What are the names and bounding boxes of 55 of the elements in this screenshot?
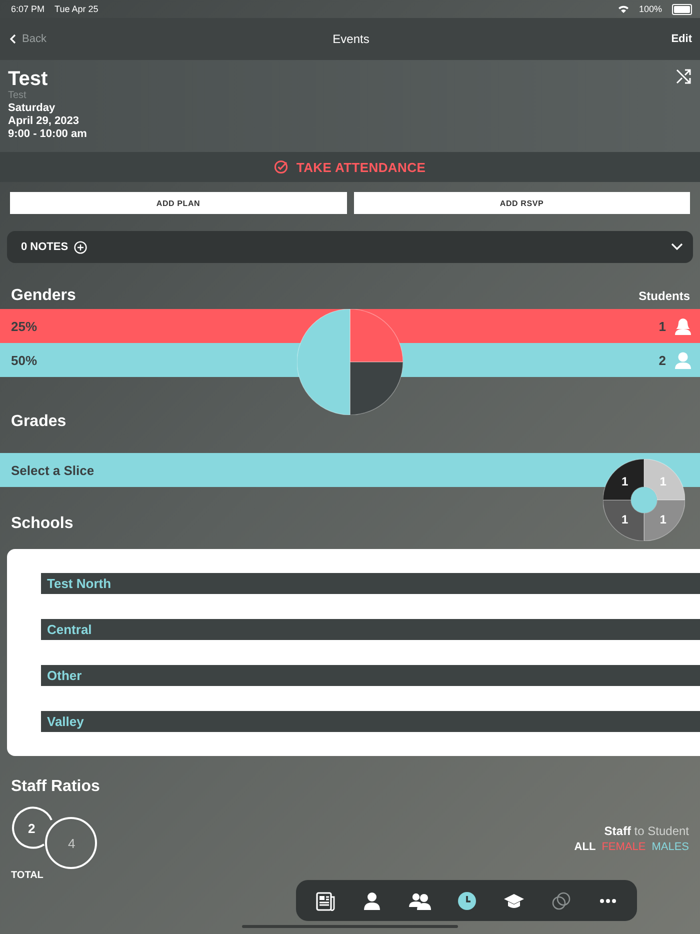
- battery-icon: [672, 4, 692, 14]
- school-bar: Other: [41, 665, 700, 686]
- filter-tab[interactable]: MALES: [652, 841, 689, 853]
- rings-icon[interactable]: [550, 890, 571, 910]
- section-title: Staff Ratios: [11, 778, 100, 796]
- chevron-down-icon[interactable]: [671, 243, 683, 251]
- nav-title: Events: [332, 32, 370, 46]
- filter-tab[interactable]: ALL: [574, 841, 596, 853]
- school-bar: Central: [41, 619, 700, 640]
- student-count: 1: [658, 318, 666, 334]
- slice-label: 1: [622, 512, 628, 527]
- edit-button[interactable]: Edit: [464, 33, 692, 45]
- percent-label: 25%: [11, 318, 38, 334]
- total-label: TOTAL: [11, 870, 44, 881]
- school-bar: Test North: [41, 573, 700, 594]
- shuffle-icon[interactable]: [676, 68, 692, 84]
- notes-label: 0 NOTES: [21, 241, 68, 253]
- slice-label: 1: [622, 474, 628, 488]
- percent-label: 50%: [11, 352, 38, 368]
- ratio-label: Staff to Student: [604, 824, 689, 838]
- add-circle-icon[interactable]: [74, 240, 88, 254]
- event-title: Test: [8, 68, 49, 90]
- event-time: 9:00 - 10:00 am: [8, 128, 87, 141]
- wifi-icon: [618, 5, 629, 13]
- event-day: Saturday: [8, 102, 87, 115]
- section-title: Schools: [11, 515, 74, 533]
- chart-slice[interactable]: [603, 459, 644, 500]
- status-time: 6:07 PM: [11, 4, 45, 14]
- battery-percent: 100%: [638, 4, 662, 14]
- column-header: Students: [638, 289, 690, 303]
- student-total: 4: [68, 836, 76, 851]
- person-icon[interactable]: [362, 890, 382, 910]
- chart-slice[interactable]: [350, 362, 403, 415]
- slice-label: 1: [660, 512, 666, 527]
- add-rsvp-button[interactable]: ADD RSVP: [354, 192, 690, 214]
- event-date: April 29, 2023: [8, 115, 80, 128]
- student-count: 2: [658, 352, 666, 368]
- person-icon: [674, 351, 692, 369]
- section-title: Grades: [11, 413, 66, 431]
- clock-icon[interactable]: [457, 890, 478, 910]
- check-circle-icon: [274, 160, 288, 174]
- section-title: Genders: [11, 287, 76, 305]
- people-icon[interactable]: [408, 890, 431, 910]
- status-date: Tue Apr 25: [54, 4, 98, 14]
- notes-bar[interactable]: 0 NOTES: [7, 231, 693, 263]
- woman-icon: [674, 317, 692, 335]
- add-plan-button[interactable]: ADD PLAN: [10, 192, 346, 214]
- back-button[interactable]: Back: [10, 33, 46, 45]
- staff-count: 2: [28, 821, 36, 836]
- take-attendance-button[interactable]: TAKE ATTENDANCE: [0, 152, 700, 182]
- event-subtitle: Test: [8, 90, 28, 102]
- school-bar: Valley: [41, 711, 700, 732]
- chevron-left-icon: [10, 34, 16, 44]
- donut-center: [631, 487, 657, 513]
- newspaper-icon[interactable]: [315, 890, 336, 910]
